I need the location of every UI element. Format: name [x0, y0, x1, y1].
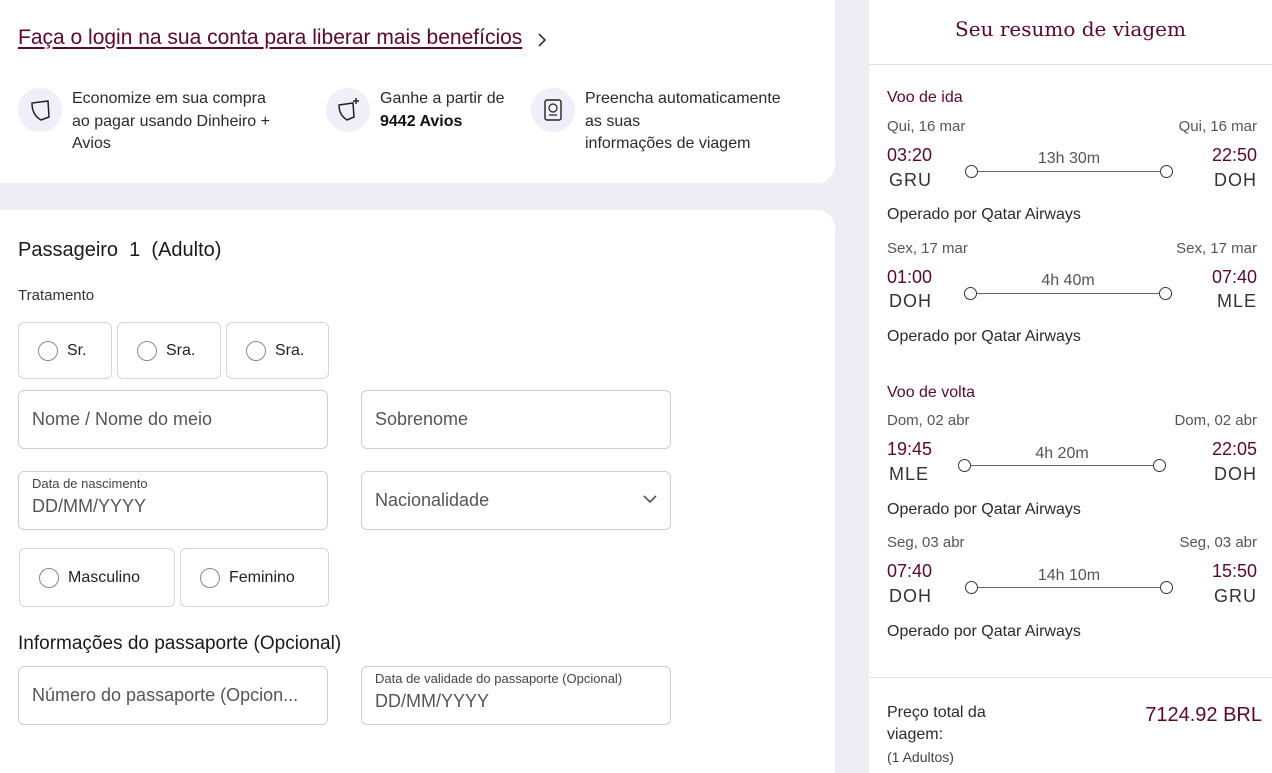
segment-operator: Operado por Qatar Airways: [887, 623, 1081, 640]
total-divider: [869, 677, 1272, 678]
segment-departure-date: Seg, 03 abr: [887, 534, 965, 551]
title-option-sra[interactable]: Sra.: [117, 322, 221, 379]
segment-operator: Operado por Qatar Airways: [887, 328, 1081, 345]
segment-departure-time: 07:40: [887, 561, 933, 581]
segment-departure-time: 03:20: [887, 145, 933, 165]
passport-icon: [531, 88, 575, 132]
gender-option-male[interactable]: Masculino: [19, 548, 175, 607]
passport-number-input[interactable]: Número do passaporte (Opcion...: [18, 666, 328, 725]
passenger-title: Passageiro 1 (Adulto): [18, 239, 222, 261]
total-price-label: Preço total da viagem:: [887, 704, 986, 743]
radio-circle[interactable]: [200, 567, 220, 588]
nationality-placeholder: Nacionalidade: [375, 490, 490, 510]
segment-arrival-date: Dom, 02 abr: [1174, 412, 1257, 429]
flight-line: [978, 587, 1160, 588]
flight-line: [978, 171, 1160, 172]
segment-arrival-date: Seg, 03 abr: [1179, 534, 1257, 551]
segment-departure-date: Dom, 02 abr: [887, 412, 970, 429]
return-label: Voo de volta: [887, 384, 976, 401]
departure-dot: [958, 459, 971, 472]
flight-line: [977, 293, 1159, 294]
segment-arrival-time: 22:50: [1211, 145, 1257, 165]
first-name-input[interactable]: Nome / Nome do meio: [18, 390, 328, 449]
segment-departure-airport: GRU: [889, 170, 932, 190]
passport-section-title: Informações do passaporte (Opcional): [18, 633, 342, 654]
gender-option-label: Masculino: [68, 568, 141, 586]
passenger-form-card: Passageiro 1 (Adulto) Tratamento Sr. Sra…: [0, 210, 835, 773]
avios-plus-icon: [326, 88, 370, 132]
departure-dot: [964, 287, 977, 300]
benefit-text-money-avios: Economize em sua compra ao pagar usando …: [72, 90, 270, 152]
segment-arrival-time: 15:50: [1211, 561, 1257, 581]
outbound-label: Voo de ida: [887, 89, 963, 106]
title-option-label: Sra.: [166, 341, 196, 359]
arrival-dot: [1159, 287, 1172, 300]
title-option-sra-2[interactable]: Sra.: [226, 322, 329, 379]
chevron-down-icon[interactable]: [642, 494, 658, 504]
departure-dot: [965, 581, 978, 594]
radio-circle[interactable]: [137, 340, 157, 361]
radio-circle[interactable]: [39, 567, 59, 588]
segment-departure-time: 19:45: [887, 439, 933, 459]
segment-departure-date: Qui, 16 mar: [887, 118, 966, 135]
login-link[interactable]: Faça o login na sua conta para liberar m…: [18, 26, 522, 50]
birthdate-input[interactable]: Data de nascimento DD/MM/YYYY: [18, 471, 328, 530]
segment-arrival-airport: DOH: [1214, 464, 1257, 484]
birthdate-label: Data de nascimento: [32, 476, 148, 491]
last-name-input[interactable]: Sobrenome: [361, 390, 671, 449]
radio-circle[interactable]: [246, 340, 266, 361]
segment-departure-airport: DOH: [889, 586, 932, 606]
benefit-text-autofill: Preencha automaticamente as suas informa…: [585, 90, 781, 152]
total-passenger-count: (1 Adultos): [887, 749, 954, 765]
avios-shape-icon: [18, 88, 62, 132]
segment-duration: 13h 30m: [1037, 150, 1101, 167]
passport-expiry-placeholder: DD/MM/YYYY: [375, 691, 490, 711]
summary-title: Seu resumo de viagem: [955, 17, 1186, 41]
nationality-select[interactable]: Nacionalidade: [361, 471, 671, 530]
arrival-dot: [1160, 581, 1173, 594]
segment-arrival-airport: MLE: [1216, 291, 1257, 311]
benefit-text-earn-avios: Ganhe a partir de 9442 Avios: [380, 90, 505, 130]
segment-arrival-time: 22:05: [1211, 439, 1257, 459]
segment-departure-time: 01:00: [887, 267, 933, 287]
chevron-right-icon[interactable]: [536, 32, 548, 48]
trip-summary-card: Seu resumo de viagem Voo de ida Qui, 16 …: [869, 0, 1272, 773]
segment-duration: 4h 40m: [1041, 272, 1095, 289]
segment-departure-date: Sex, 17 mar: [887, 240, 968, 257]
segment-arrival-time: 07:40: [1211, 267, 1257, 287]
total-price-value: 7124.92 BRL: [1145, 704, 1262, 726]
segment-arrival-date: Sex, 17 mar: [1176, 240, 1257, 257]
segment-departure-airport: MLE: [889, 464, 930, 484]
title-option-label: Sra.: [275, 341, 305, 359]
title-option-label: Sr.: [67, 341, 87, 359]
segment-arrival-airport: DOH: [1214, 170, 1257, 190]
segment-operator: Operado por Qatar Airways: [887, 206, 1081, 223]
segment-arrival-date: Qui, 16 mar: [1178, 118, 1257, 135]
login-benefits-card: Faça o login na sua conta para liberar m…: [0, 0, 835, 183]
segment-departure-airport: DOH: [889, 291, 932, 311]
gender-option-female[interactable]: Feminino: [180, 548, 329, 607]
gender-option-label: Feminino: [229, 568, 295, 586]
flight-line: [971, 465, 1153, 466]
passport-expiry-label: Data de validade do passaporte (Opcional…: [375, 671, 623, 686]
radio-circle[interactable]: [38, 340, 58, 361]
segment-duration: 4h 20m: [1035, 445, 1089, 462]
segment-arrival-airport: GRU: [1214, 586, 1257, 606]
title-option-sr[interactable]: Sr.: [18, 322, 112, 379]
passport-expiry-input[interactable]: Data de validade do passaporte (Opcional…: [361, 666, 671, 725]
arrival-dot: [1153, 459, 1166, 472]
summary-divider: [869, 64, 1272, 65]
arrival-dot: [1160, 165, 1173, 178]
segment-operator: Operado por Qatar Airways: [887, 501, 1081, 518]
treatment-label: Tratamento: [18, 287, 95, 304]
birthdate-placeholder: DD/MM/YYYY: [32, 496, 147, 516]
departure-dot: [965, 165, 978, 178]
segment-duration: 14h 10m: [1037, 567, 1101, 584]
